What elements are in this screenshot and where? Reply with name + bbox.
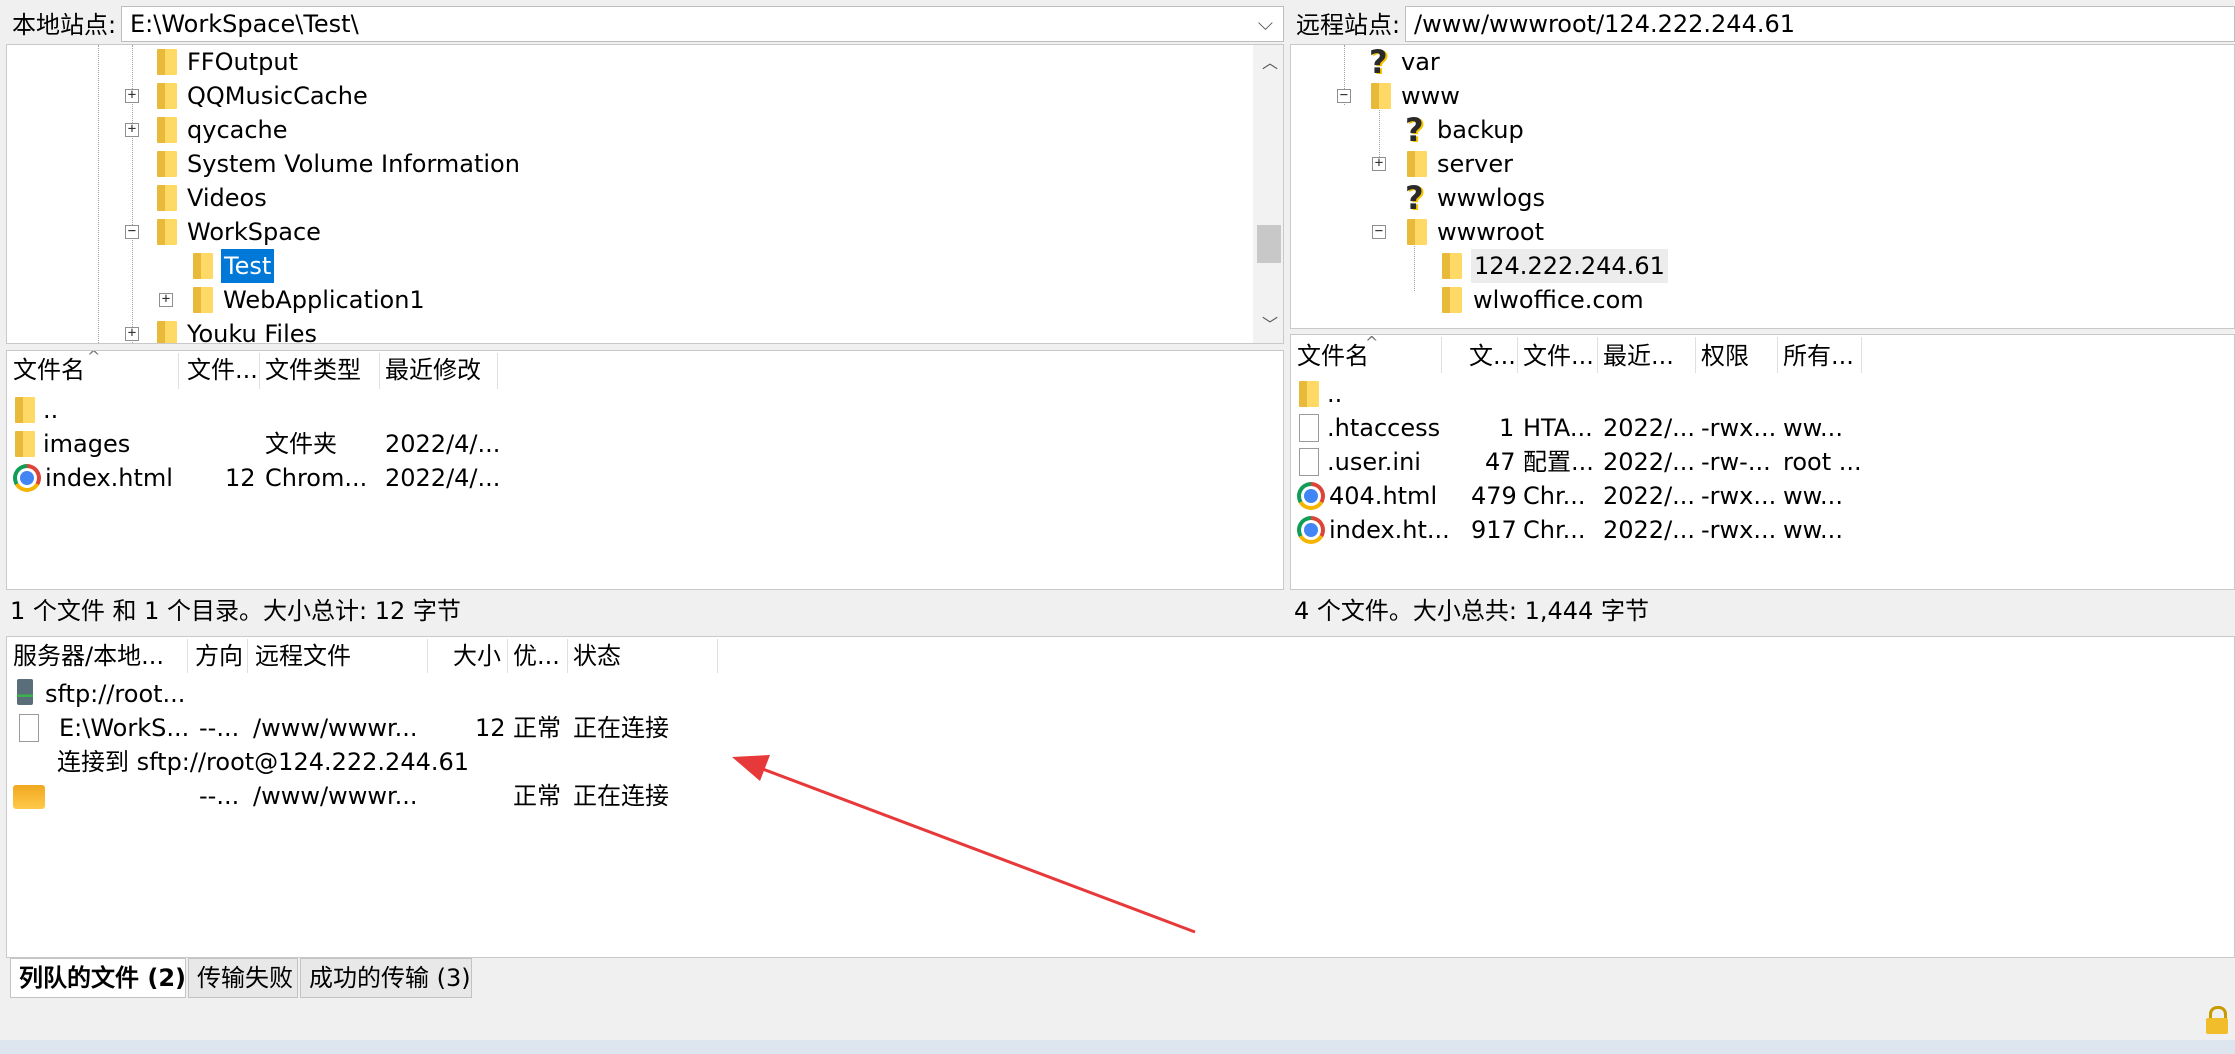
bottom-status-bar xyxy=(0,1000,2235,1040)
lock-icon xyxy=(2204,1006,2230,1036)
tab-failed-transfers[interactable]: 传输失败 xyxy=(188,958,298,998)
tab-queued-files[interactable]: 列队的文件 (2) xyxy=(10,958,186,998)
taskbar-strip xyxy=(0,1040,2235,1054)
annotation-arrow-head xyxy=(732,755,770,781)
annotation-arrow-shaft xyxy=(751,763,1196,934)
annotation-arrow xyxy=(732,755,1196,934)
tab-successful-transfers[interactable]: 成功的传输 (3) xyxy=(300,958,472,998)
